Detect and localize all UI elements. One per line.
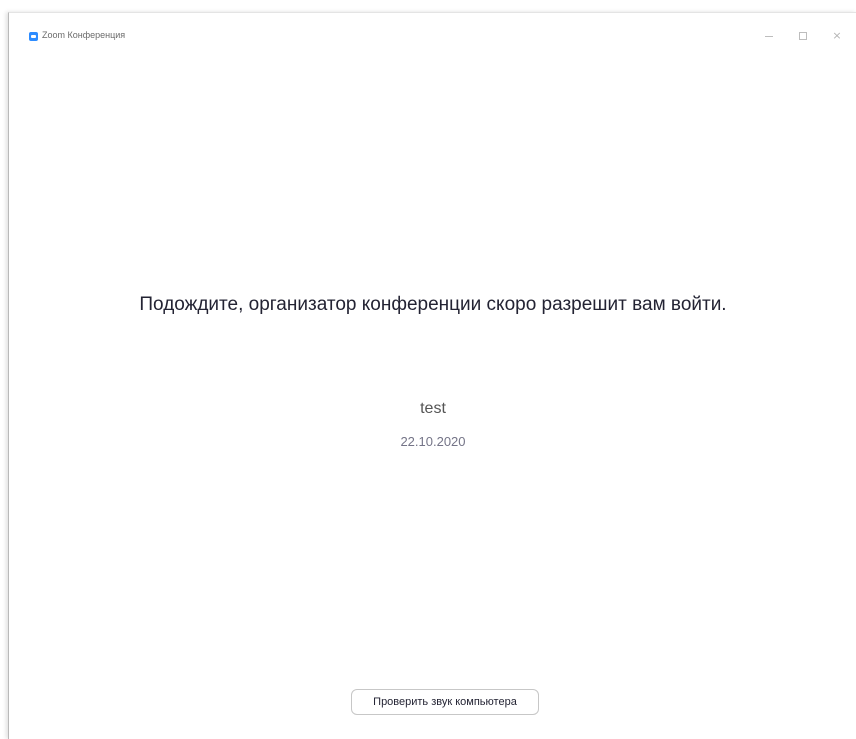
title-bar[interactable]: Zoom Конференция × [9,13,856,59]
meeting-date: 22.10.2020 [400,434,466,449]
zoom-logo-icon [29,32,38,41]
close-button[interactable]: × [825,25,849,47]
window-title: Zoom Конференция [42,30,126,40]
zoom-window: Zoom Конференция × Подождите, организато… [8,12,856,739]
maximize-icon [799,32,807,40]
waiting-room-message: Подождите, организатор конференции скоро… [139,294,727,315]
meeting-topic: test [420,400,446,417]
test-computer-audio-button[interactable]: Проверить звук компьютера [351,689,539,715]
close-icon: × [832,29,842,42]
minimize-button[interactable] [757,25,781,47]
minimize-icon [765,36,773,37]
maximize-button[interactable] [791,25,815,47]
